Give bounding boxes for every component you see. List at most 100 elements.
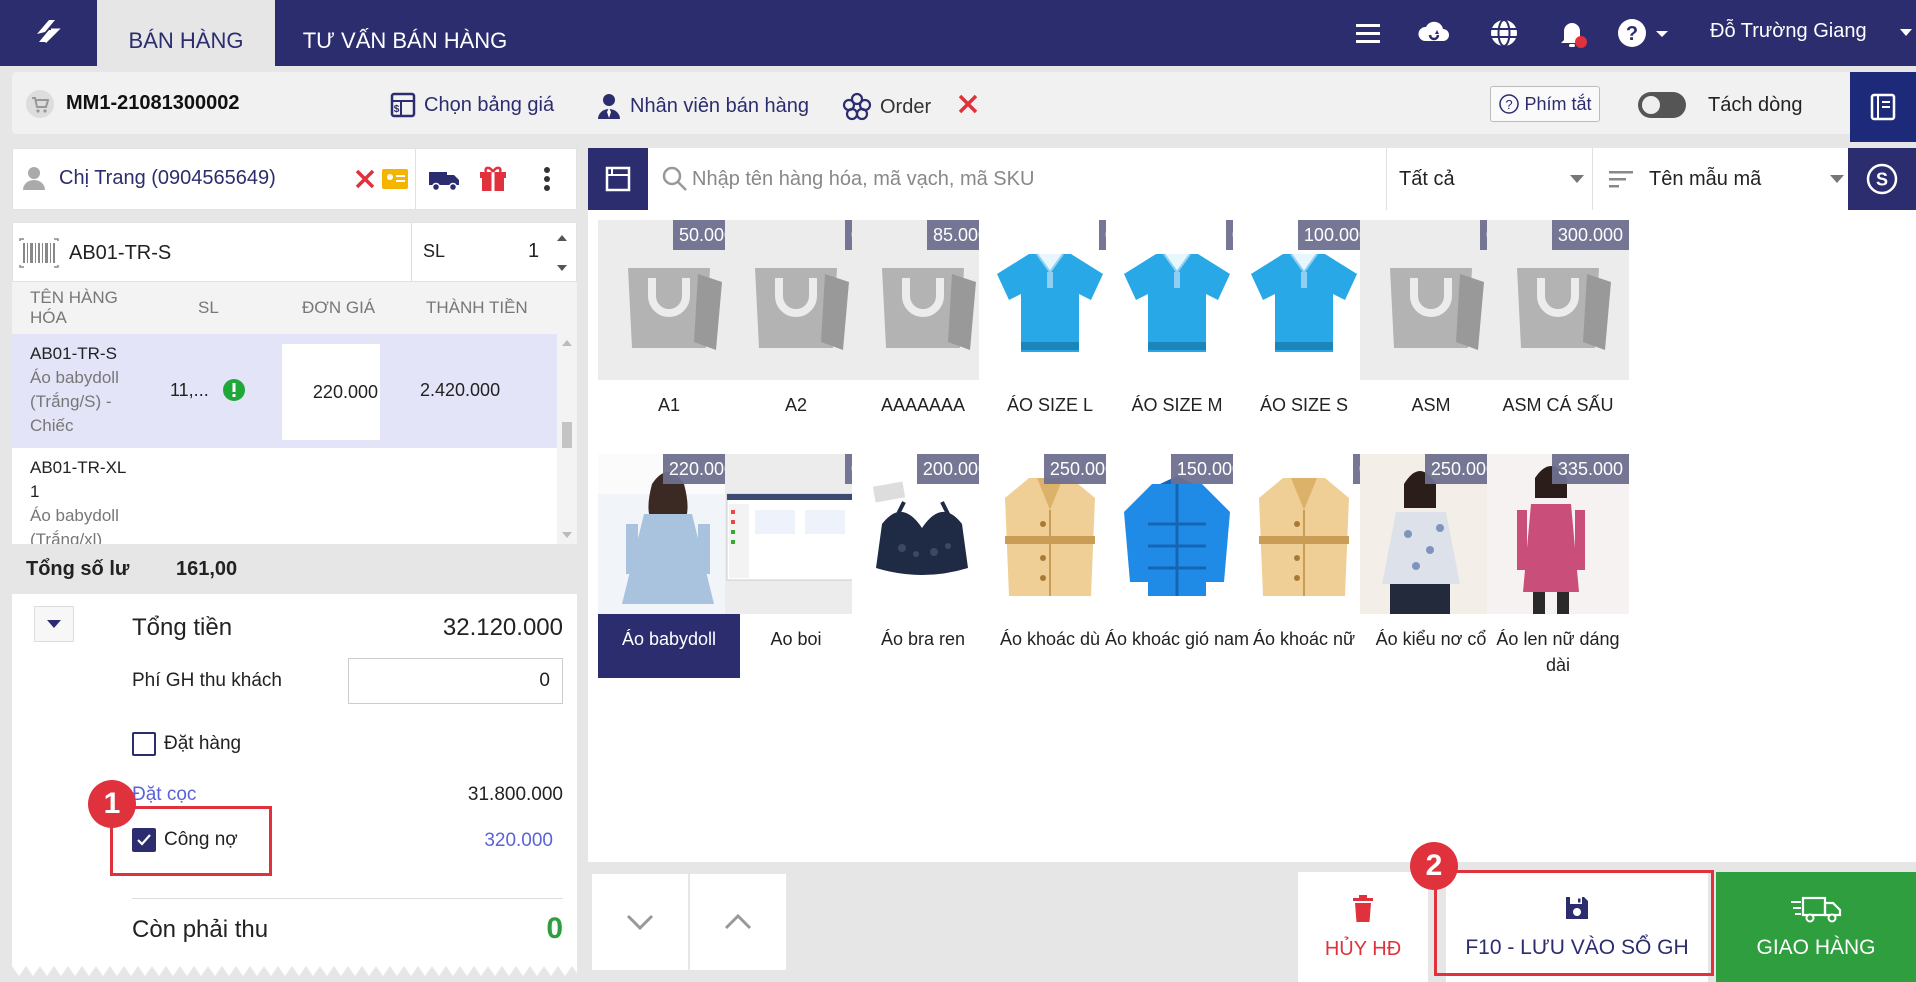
product-card[interactable]: 0Áo khoác nữ (1233, 454, 1375, 664)
cart-item-code: AB01-TR-S (30, 344, 117, 363)
order-type-button[interactable]: Order (842, 92, 931, 122)
category-filter-value: Tất cả (1399, 167, 1455, 190)
cancel-invoice-label: HỦY HĐ (1324, 937, 1402, 960)
product-card[interactable]: 0A2 (725, 220, 867, 430)
remove-order-type-close-icon[interactable] (956, 92, 980, 116)
deposit-link[interactable]: Đặt cọc (132, 784, 196, 806)
shipping-fee-input[interactable] (348, 658, 563, 704)
total-amount-value: 32.120.000 (442, 614, 563, 641)
cart-item-code: AB01-TR-XL (30, 458, 127, 477)
product-card[interactable]: 300.000 ASM CÁ SẤU (1487, 220, 1629, 430)
tab-tu-van-ban-hang[interactable]: TƯ VẤN BÁN HÀNG (290, 0, 520, 66)
order-checkbox-row[interactable]: Đặt hàng (132, 732, 241, 756)
svg-text:S: S (1876, 170, 1888, 190)
split-line-label: Tách dòng (1708, 94, 1803, 116)
warning-exclamation-icon[interactable] (222, 378, 246, 402)
product-card[interactable]: 0ÁO SIZE M (1106, 220, 1248, 430)
shipping-fee-label: Phí GH thu khách (132, 670, 282, 691)
globe-icon[interactable] (1486, 15, 1522, 51)
price-list-button[interactable]: $ Chọn bảng giá (390, 92, 554, 118)
total-lines-row: Tổng số lư 161,00 (12, 544, 577, 594)
barcode-input[interactable] (17, 233, 417, 273)
staff-person-icon (598, 94, 620, 119)
view-mode-button[interactable] (588, 148, 648, 210)
product-card[interactable]: 250.000 Áo kiểu nơ cổ (1360, 454, 1502, 664)
table-row[interactable]: AB01-TR-XL 1 Áo babydoll (Trắng/xl) (12, 448, 557, 544)
order-flower-icon (842, 92, 872, 121)
product-card[interactable]: 0Ao boi (725, 454, 867, 664)
order-checkbox[interactable] (132, 732, 156, 756)
search-icon (660, 164, 690, 194)
price-table-icon: $ (390, 92, 416, 118)
deliver-button[interactable]: GIAO HÀNG (1716, 872, 1916, 982)
order-code: MM1-21081300002 (66, 92, 240, 114)
product-card[interactable]: 0ASM (1360, 220, 1502, 430)
sort-select[interactable]: Tên mẫu mã (1592, 148, 1848, 210)
hotkey-button[interactable]: ? Phím tắt (1490, 86, 1600, 122)
cart-scrollbar[interactable] (557, 334, 577, 544)
scroll-up-button[interactable] (690, 874, 786, 970)
menu-icon[interactable] (1350, 15, 1386, 51)
tab-ban-hang[interactable]: BÁN HÀNG (97, 0, 275, 66)
product-card[interactable]: 335.000 Áo len nữ dáng dài (1487, 454, 1629, 675)
product-grid: 50.000A10A285.000AAAAAAA0ÁO SIZE L0ÁO SI… (588, 210, 1916, 862)
product-card[interactable]: 100.000 ÁO SIZE S (1233, 220, 1375, 430)
customer-name[interactable]: Chị Trang (0904565649) (59, 167, 276, 190)
product-card[interactable]: 85.000 AAAAAAA (852, 220, 994, 430)
cart-icon (24, 88, 56, 120)
settings-s-button[interactable]: S (1848, 148, 1916, 210)
product-card[interactable]: 250.000 Áo khoác dù (979, 454, 1121, 664)
sales-staff-label: Nhân viên bán hàng (630, 94, 810, 117)
notification-bell-icon[interactable] (1554, 15, 1590, 51)
scroll-down-button[interactable] (592, 874, 688, 970)
cloud-sync-icon[interactable] (1416, 15, 1452, 51)
sort-value: Tên mẫu mã (1649, 167, 1762, 190)
sales-staff-button[interactable]: Nhân viên bán hàng (596, 92, 809, 120)
product-card[interactable]: 200.000 Áo bra ren (852, 454, 994, 664)
order-type-label: Order (880, 95, 932, 118)
split-line-toggle[interactable] (1638, 92, 1686, 118)
tab-label: TƯ VẤN BÁN HÀNG (302, 28, 508, 53)
quantity-stepper[interactable] (555, 231, 569, 275)
customer-card-icon[interactable] (379, 163, 411, 195)
cart-table-header: TÊN HÀNG HÓA SL ĐƠN GIÁ THÀNH TIỀN (12, 282, 577, 334)
user-name[interactable]: Đỗ Trường Giang (1710, 20, 1867, 43)
delivery-truck-icon[interactable] (427, 163, 459, 195)
remove-customer-close-icon[interactable] (349, 163, 381, 195)
quantity-input[interactable]: 1 (528, 240, 539, 263)
cancel-invoice-button[interactable]: HỦY HĐ (1298, 872, 1428, 982)
category-filter-select[interactable]: Tất cả (1386, 148, 1592, 210)
product-card[interactable]: 150.000 Áo khoác gió nam (1105, 454, 1249, 664)
cart-item-total: 2.420.000 (420, 380, 501, 400)
user-dropdown-icon[interactable] (1898, 26, 1914, 40)
order-toolbar-box: MM1-21081300002 $ Chọn bảng giá Nhân viê… (12, 72, 1916, 142)
cart-item-qty-line: 1 (30, 482, 40, 501)
product-card[interactable]: 220.000 Áo babydoll (598, 454, 740, 678)
trash-icon (1353, 894, 1373, 922)
column-header-qty: SL (198, 298, 219, 317)
barcode-scan-bar: SL 1 (12, 222, 577, 283)
more-vertical-icon[interactable] (531, 163, 563, 195)
cart-item-unit-price[interactable]: 220.000 (282, 344, 380, 440)
product-search-bar: Tất cả Tên mẫu mã S (588, 148, 1916, 210)
table-row[interactable]: AB01-TR-S Áo babydoll (Trắng/S) - Chiếc … (12, 334, 557, 448)
cart-item-qty[interactable]: 11,... (170, 380, 209, 401)
customer-bar: Chị Trang (0904565649) (12, 148, 577, 210)
column-header-total: THÀNH TIỀN (426, 298, 528, 317)
hotkey-label: Phím tắt (1524, 93, 1592, 114)
side-panel-button[interactable] (1850, 72, 1916, 142)
gift-icon[interactable] (477, 163, 509, 195)
product-search-input[interactable] (692, 156, 1312, 202)
column-header-name: TÊN HÀNG HÓA (30, 288, 118, 327)
tab-label: BÁN HÀNG (128, 28, 244, 53)
help-dropdown-icon[interactable]: ? (1614, 15, 1674, 51)
product-card[interactable]: 50.000 A1 (598, 220, 740, 430)
product-card[interactable]: 0ÁO SIZE L (979, 220, 1121, 430)
order-checkbox-label: Đặt hàng (164, 733, 242, 754)
deposit-value: 31.800.000 (467, 784, 563, 805)
app-logo-icon[interactable] (25, 12, 69, 52)
divider (411, 223, 412, 283)
price-list-label: Chọn bảng giá (424, 93, 555, 116)
collapse-summary-button[interactable] (34, 606, 74, 642)
divider (415, 149, 416, 209)
